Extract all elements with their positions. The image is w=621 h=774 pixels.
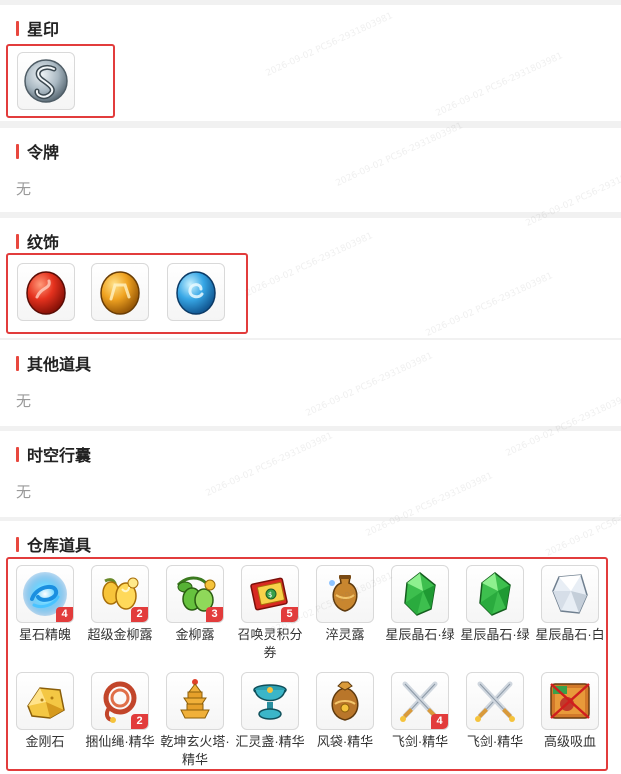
- warehouse-item-slot[interactable]: 4: [16, 565, 74, 623]
- section-title-text: 时空行囊: [27, 448, 92, 465]
- item-count-badge: 2: [131, 714, 148, 729]
- yellow-stone-icon: [20, 676, 70, 726]
- warehouse-item-slot[interactable]: 3: [166, 565, 224, 623]
- title-accent-bar: [16, 233, 19, 249]
- item-count-badge: 2: [131, 607, 148, 622]
- section-title-text: 其他道具: [27, 357, 92, 374]
- section-lingpai: 令牌 无: [0, 128, 621, 212]
- title-accent-bar: [16, 20, 19, 36]
- warehouse-item-slot[interactable]: [16, 672, 74, 730]
- warehouse-item-slot[interactable]: [466, 672, 524, 730]
- section-title-text: 星印: [27, 22, 60, 39]
- warehouse-item-slot[interactable]: [316, 565, 374, 623]
- empty-text: 无: [16, 393, 32, 410]
- warehouse-item-name: 金刚石: [25, 734, 65, 749]
- warehouse-item-name: 召唤灵积分券: [237, 627, 303, 660]
- warehouse-item-name: 风袋·精华: [316, 734, 374, 749]
- item-count-badge: 4: [431, 714, 448, 729]
- section-title-text: 仓库道具: [27, 538, 92, 555]
- blue-gem-icon: [176, 271, 216, 315]
- section-title-xingyin: 星印: [16, 19, 60, 39]
- wind-bag-icon: [320, 676, 370, 726]
- warehouse-item-name: 超级金柳露: [87, 627, 153, 642]
- warehouse-item-slot[interactable]: [466, 565, 524, 623]
- svg-text:$: $: [268, 591, 272, 599]
- warehouse-item-name: 高级吸血: [543, 734, 596, 749]
- title-accent-bar: [16, 446, 19, 462]
- wenshi-item-slot[interactable]: [17, 263, 75, 321]
- warehouse-item-slot[interactable]: [541, 672, 599, 730]
- warehouse-item-slot[interactable]: [391, 565, 449, 623]
- warehouse-item-name: 淬灵露: [325, 627, 365, 642]
- item-count-badge: 3: [206, 607, 223, 622]
- warehouse-item-slot[interactable]: [316, 672, 374, 730]
- title-accent-bar: [16, 355, 19, 371]
- warehouse-item-name: 飞剑·精华: [391, 734, 449, 749]
- section-title-lingpai: 令牌: [16, 142, 60, 162]
- warehouse-item-slot[interactable]: $5: [241, 565, 299, 623]
- warehouse-item-name: 乾坤玄火塔·精华: [160, 734, 230, 767]
- wenshi-item-slot[interactable]: [167, 263, 225, 321]
- green-crystal-icon: [470, 569, 520, 619]
- item-count-badge: 5: [281, 607, 298, 622]
- warehouse-item-name: 飞剑·精华: [466, 734, 524, 749]
- silver-swirl-icon: [24, 59, 68, 103]
- green-crystal-icon: [395, 569, 445, 619]
- red-gem-icon: [26, 271, 66, 315]
- white-crystal-icon: [545, 569, 595, 619]
- warehouse-item-name: 汇灵盏·精华: [235, 734, 305, 749]
- vase-icon: [320, 569, 370, 619]
- warehouse-item-name: 星石精魄: [18, 627, 71, 642]
- empty-text: 无: [16, 181, 32, 198]
- warehouse-item-slot[interactable]: 2: [91, 565, 149, 623]
- orange-gem-icon: [100, 271, 140, 315]
- section-title-other: 其他道具: [16, 354, 92, 374]
- tower-icon: [170, 676, 220, 726]
- title-accent-bar: [16, 536, 19, 552]
- empty-text: 无: [16, 484, 32, 501]
- warehouse-item-slot[interactable]: [541, 565, 599, 623]
- section-shikong: 时空行囊 无: [0, 431, 621, 517]
- warehouse-item-slot[interactable]: [241, 672, 299, 730]
- item-count-badge: 4: [56, 607, 73, 622]
- section-title-shikong: 时空行囊: [16, 445, 92, 465]
- crossed-swords-icon: [470, 676, 520, 726]
- warehouse-item-name: 星辰晶石·绿: [460, 627, 530, 642]
- section-title-cangku: 仓库道具: [16, 535, 92, 555]
- xingyin-item-slot[interactable]: [17, 52, 75, 110]
- warehouse-item-name: 金柳露: [175, 627, 215, 642]
- warehouse-item-slot[interactable]: 4: [391, 672, 449, 730]
- warehouse-item-name: 捆仙绳·精华: [85, 734, 155, 749]
- warehouse-item-slot[interactable]: 2: [91, 672, 149, 730]
- cup-icon: [245, 676, 295, 726]
- warehouse-item-name: 星辰晶石·白: [535, 627, 605, 642]
- warehouse-item-name: 星辰晶石·绿: [385, 627, 455, 642]
- section-title-wenshi: 纹饰: [16, 232, 60, 252]
- section-title-text: 令牌: [27, 145, 60, 162]
- section-title-text: 纹饰: [27, 235, 60, 252]
- section-other: 其他道具 无: [0, 340, 621, 426]
- skill-book-icon: [545, 676, 595, 726]
- warehouse-item-slot[interactable]: [166, 672, 224, 730]
- title-accent-bar: [16, 143, 19, 159]
- wenshi-item-slot[interactable]: [91, 263, 149, 321]
